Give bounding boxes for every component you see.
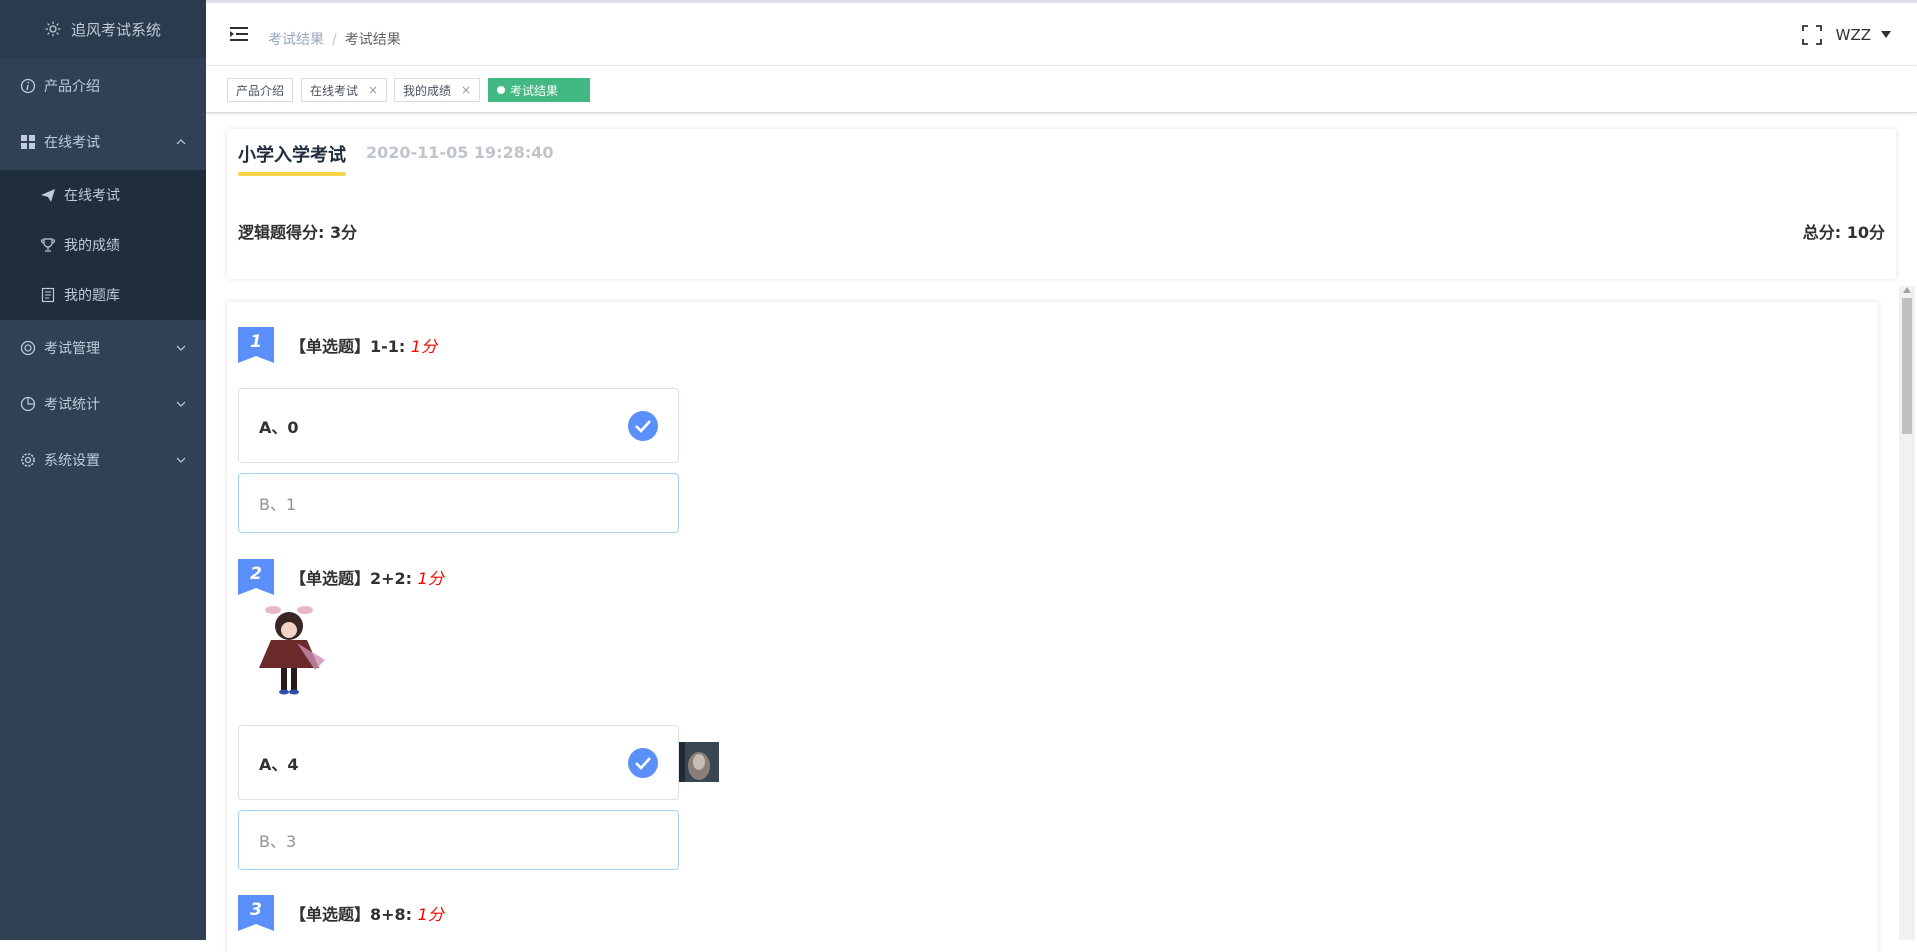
option-text: A、4 xyxy=(259,754,299,774)
question-text: 【单选题】1-1: xyxy=(290,337,411,356)
breadcrumb-separator: / xyxy=(332,32,337,48)
exam-header-card: 小学入学考试 2020-11-05 19:28:40 逻辑题得分: 3分 总分:… xyxy=(227,129,1896,279)
sidebar-item-online-exam[interactable]: 在线考试 xyxy=(0,114,206,170)
tag-product-intro[interactable]: 产品介绍 xyxy=(227,78,294,102)
tag-exam-result[interactable]: 考试结果 xyxy=(488,78,590,102)
sidebar-item-label: 考试统计 xyxy=(44,397,100,413)
sidebar-item-label: 考试管理 xyxy=(44,341,100,357)
sidebar-item-label: 我的题库 xyxy=(64,288,120,304)
tag-my-scores[interactable]: 我的成绩 × xyxy=(394,78,481,102)
close-icon[interactable]: × xyxy=(461,83,471,97)
question-number-badge: 2 xyxy=(238,559,274,595)
breadcrumb: 考试结果 / 考试结果 xyxy=(268,29,401,49)
question-score: 1分 xyxy=(417,569,444,588)
question-number: 2 xyxy=(250,564,262,584)
question-text: 【单选题】2+2: xyxy=(290,569,418,588)
option-b[interactable]: B、3 xyxy=(238,810,679,870)
gear-icon xyxy=(21,453,35,467)
sidebar-item-label: 在线考试 xyxy=(44,135,100,151)
tag-label: 我的成绩 xyxy=(403,83,452,98)
sidebar-item-system-settings[interactable]: 系统设置 xyxy=(0,432,206,488)
sidebar-item-label: 我的成绩 xyxy=(64,238,120,254)
lifebuoy-icon xyxy=(20,340,36,356)
sidebar-item-label: 系统设置 xyxy=(44,453,100,469)
tags-view: 产品介绍 在线考试 × 我的成绩 × 考试结果 xyxy=(206,66,1917,113)
tag-label: 在线考试 xyxy=(310,83,359,98)
chevron-down-icon xyxy=(176,345,186,351)
exam-title: 小学入学考试 xyxy=(238,145,346,166)
breadcrumb-item[interactable]: 考试结果 xyxy=(268,32,324,48)
active-dot-icon xyxy=(497,86,505,94)
question-title: 【单选题】8+8: 1分 xyxy=(290,901,444,925)
trophy-icon xyxy=(40,238,56,252)
sidebar: 追风考试系统 产品介绍 在线考试 在线考试 我的成绩 我的题库 考试管理 考试统… xyxy=(0,0,206,940)
exam-time: 2020-11-05 19:28:40 xyxy=(366,143,554,162)
tag-label: 产品介绍 xyxy=(236,83,285,98)
option-text: B、3 xyxy=(259,832,297,851)
total-score: 总分: 10分 xyxy=(1802,223,1885,242)
question-image xyxy=(259,606,325,695)
sidebar-item-exam-statistics[interactable]: 考试统计 xyxy=(0,376,206,432)
question-title: 【单选题】2+2: 1分 xyxy=(290,565,444,589)
option-text: A、0 xyxy=(259,417,299,437)
sidebar-item-label: 产品介绍 xyxy=(44,79,100,95)
pie-icon xyxy=(20,396,36,412)
question-number: 1 xyxy=(250,332,262,352)
book-icon xyxy=(41,287,55,303)
grid-icon xyxy=(21,135,35,149)
fullscreen-icon[interactable] xyxy=(1801,25,1822,45)
sidebar-subitem-online-exam[interactable]: 在线考试 xyxy=(0,170,206,220)
user-name[interactable]: WZZ xyxy=(1836,26,1871,44)
option-image xyxy=(679,742,719,782)
navbar: 考试结果 / 考试结果 WZZ xyxy=(206,0,1917,66)
chevron-up-icon xyxy=(176,139,186,145)
sidebar-item-product-intro[interactable]: 产品介绍 xyxy=(0,58,206,114)
question-number-badge: 3 xyxy=(238,895,274,931)
title-underline xyxy=(238,172,346,176)
question-title: 【单选题】1-1: 1分 xyxy=(290,333,437,357)
caret-down-icon[interactable] xyxy=(1881,31,1891,39)
option-text: B、1 xyxy=(259,495,297,514)
info-icon xyxy=(20,78,36,94)
scrollbar[interactable] xyxy=(1899,286,1915,940)
hamburger-icon[interactable] xyxy=(230,26,248,42)
send-icon xyxy=(41,189,55,202)
sidebar-item-label: 在线考试 xyxy=(64,188,120,204)
questions-card: 1 【单选题】1-1: 1分 A、0 B、1 2 【单选题】2+2: 1分 A、… xyxy=(227,302,1878,952)
sidebar-subitem-my-scores[interactable]: 我的成绩 xyxy=(0,220,206,270)
scroll-up-arrow-icon[interactable] xyxy=(1903,286,1911,294)
sun-icon xyxy=(45,21,61,37)
question-text: 【单选题】8+8: xyxy=(290,905,418,924)
sidebar-item-exam-management[interactable]: 考试管理 xyxy=(0,320,206,376)
chevron-down-icon xyxy=(176,457,186,463)
option-a[interactable]: A、4 xyxy=(238,725,679,800)
app-logo[interactable]: 追风考试系统 xyxy=(0,0,206,58)
option-b[interactable]: B、1 xyxy=(238,473,679,533)
scrollbar-thumb[interactable] xyxy=(1902,298,1912,434)
tag-online-exam[interactable]: 在线考试 × xyxy=(301,78,388,102)
close-icon[interactable]: × xyxy=(368,83,378,97)
app-title: 追风考试系统 xyxy=(70,20,161,39)
question-number: 3 xyxy=(250,900,262,920)
logic-score: 逻辑题得分: 3分 xyxy=(238,223,358,242)
question-score: 1分 xyxy=(410,337,438,356)
tag-label: 考试结果 xyxy=(510,83,559,98)
check-circle-icon xyxy=(628,747,658,778)
question-number-badge: 1 xyxy=(238,327,274,363)
breadcrumb-current: 考试结果 xyxy=(344,32,401,48)
question-score: 1分 xyxy=(417,905,444,924)
sidebar-subitem-my-question-bank[interactable]: 我的题库 xyxy=(0,270,206,320)
chevron-down-icon xyxy=(176,401,186,407)
check-circle-icon xyxy=(628,410,658,441)
option-a[interactable]: A、0 xyxy=(238,388,679,463)
navbar-right: WZZ xyxy=(1801,25,1891,45)
